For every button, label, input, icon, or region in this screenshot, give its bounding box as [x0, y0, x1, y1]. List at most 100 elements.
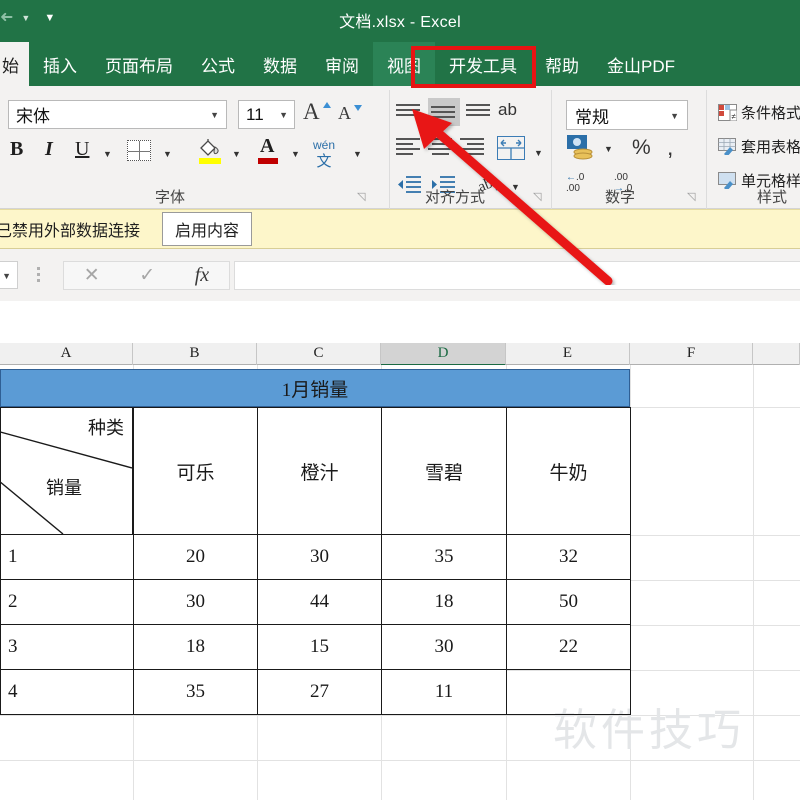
increase-decimal-label: .00 [614, 172, 628, 183]
font-name-combobox[interactable]: 宋体 ▼ [8, 100, 227, 129]
tab-developer[interactable]: 开发工具 [435, 42, 531, 86]
align-right-button[interactable] [460, 138, 486, 158]
enable-content-button[interactable]: 启用内容 [162, 212, 253, 246]
conditional-formatting-button[interactable]: ≠ 条件格式 [718, 102, 800, 123]
number-format-combobox[interactable]: 常规 ▼ [566, 100, 688, 130]
tab-formulas-label: 公式 [201, 56, 235, 76]
align-center-button[interactable] [428, 138, 454, 158]
bold-button[interactable]: B [10, 138, 23, 161]
chevron-down-icon[interactable]: ▼ [353, 149, 362, 159]
tab-page-layout[interactable]: 页面布局 [91, 42, 187, 86]
increase-font-size-label: A [303, 99, 320, 124]
alignment-group-label: 对齐方式 [424, 189, 485, 206]
italic-button[interactable]: I [45, 138, 53, 161]
tab-kingsoft-pdf[interactable]: 金山PDF [593, 42, 689, 86]
tab-formulas[interactable]: 公式 [187, 42, 249, 86]
table-cell[interactable]: 27 [257, 669, 382, 715]
table-cell-empty[interactable] [506, 669, 631, 715]
wrap-text-button[interactable]: ab [498, 100, 517, 120]
formula-input[interactable] [234, 261, 800, 290]
table-cell[interactable]: 30 [257, 534, 382, 580]
align-bottom-button[interactable] [466, 104, 492, 119]
table-cell[interactable]: 50 [506, 579, 631, 625]
chevron-down-icon[interactable]: ▼ [103, 149, 112, 159]
table-title-cell[interactable]: 1月销量 [0, 369, 630, 407]
table-row-label[interactable]: 4 [0, 669, 134, 715]
borders-icon[interactable] [127, 140, 151, 161]
column-header-a[interactable]: A [0, 343, 133, 365]
merge-cells-icon[interactable] [497, 136, 525, 160]
chevron-down-icon[interactable]: ▼ [2, 271, 11, 281]
table-header-cell[interactable]: 雪碧 [381, 407, 507, 535]
format-as-table-button[interactable]: 套用表格格式 [718, 136, 800, 157]
table-cell[interactable]: 30 [133, 579, 258, 625]
table-cell[interactable]: 32 [506, 534, 631, 580]
table-row-label[interactable]: 1 [0, 534, 134, 580]
cancel-formula-button[interactable]: ✕ [84, 264, 100, 287]
percent-style-button[interactable]: % [632, 136, 651, 160]
column-header-f[interactable]: F [630, 343, 753, 365]
align-left-button[interactable] [396, 138, 422, 158]
tab-insert[interactable]: 插入 [29, 42, 91, 86]
table-cell[interactable]: 35 [133, 669, 258, 715]
corner-top-label: 种类 [88, 418, 124, 438]
table-corner-header-cell[interactable]: 种类 销量 [0, 407, 133, 535]
corner-bottom-label: 销量 [46, 478, 82, 498]
increase-font-size-button[interactable]: A [303, 99, 331, 125]
table-cell[interactable]: 44 [257, 579, 382, 625]
tab-review[interactable]: 审阅 [311, 42, 373, 86]
chevron-down-icon[interactable]: ▼ [210, 110, 219, 120]
tab-home[interactable]: 始 [0, 42, 29, 86]
phonetic-guide-icon[interactable]: wén 文 [313, 137, 335, 171]
column-header-e[interactable]: E [506, 343, 630, 365]
chevron-down-icon[interactable]: ▼ [232, 149, 241, 159]
tab-view[interactable]: 视图 [373, 42, 435, 86]
align-top-button[interactable] [396, 104, 422, 119]
alignment-dialog-launcher-icon[interactable]: ◹ [533, 192, 544, 203]
font-color-icon[interactable]: A [255, 135, 281, 164]
fill-color-icon[interactable] [197, 138, 223, 164]
column-header-g[interactable] [753, 343, 800, 365]
table-header-cell[interactable]: 可乐 [133, 407, 258, 535]
table-header-cell[interactable]: 牛奶 [506, 407, 631, 535]
table-cell[interactable]: 35 [381, 534, 507, 580]
chevron-down-icon[interactable]: ▼ [163, 149, 172, 159]
chevron-down-icon[interactable]: ▼ [670, 111, 679, 121]
table-cell[interactable]: 20 [133, 534, 258, 580]
confirm-formula-button[interactable]: ✓ [139, 264, 155, 287]
name-box[interactable]: ▼ [0, 261, 18, 289]
table-cell[interactable]: 11 [381, 669, 507, 715]
font-dialog-launcher-icon[interactable]: ◹ [357, 192, 368, 203]
table-cell[interactable]: 22 [506, 624, 631, 670]
tab-page-layout-label: 页面布局 [105, 56, 173, 76]
decrease-font-size-label: A [338, 103, 351, 123]
insert-function-button[interactable]: fx [195, 264, 209, 287]
chevron-down-icon[interactable]: ▼ [604, 144, 613, 154]
chevron-down-icon[interactable]: ▼ [279, 110, 288, 120]
chevron-down-icon[interactable]: ▼ [291, 149, 300, 159]
comma-style-button[interactable]: , [667, 134, 673, 161]
table-cell[interactable]: 30 [381, 624, 507, 670]
number-format-value: 常规 [575, 107, 609, 127]
accounting-format-button[interactable] [566, 134, 596, 165]
column-header-d[interactable]: D [381, 343, 506, 366]
table-row-label[interactable]: 3 [0, 624, 134, 670]
underline-button[interactable]: U [75, 138, 89, 161]
column-header-b[interactable]: B [133, 343, 257, 365]
table-row-label[interactable]: 2 [0, 579, 134, 625]
tab-data[interactable]: 数据 [249, 42, 311, 86]
table-cell[interactable]: 18 [133, 624, 258, 670]
table-header-cell[interactable]: 橙汁 [257, 407, 382, 535]
font-size-combobox[interactable]: 11 ▼ [238, 100, 295, 129]
tab-help[interactable]: 帮助 [531, 42, 593, 86]
column-header-c[interactable]: C [257, 343, 381, 365]
drag-handle[interactable] [37, 267, 40, 283]
chevron-down-icon[interactable]: ▼ [534, 148, 543, 158]
table-cell[interactable]: 18 [381, 579, 507, 625]
decrease-font-size-button[interactable]: A [338, 103, 362, 124]
wrap-text-label: ab [498, 100, 517, 119]
format-as-table-icon [718, 138, 737, 157]
number-dialog-launcher-icon[interactable]: ◹ [687, 192, 698, 203]
align-middle-button[interactable] [428, 98, 460, 126]
table-cell[interactable]: 15 [257, 624, 382, 670]
